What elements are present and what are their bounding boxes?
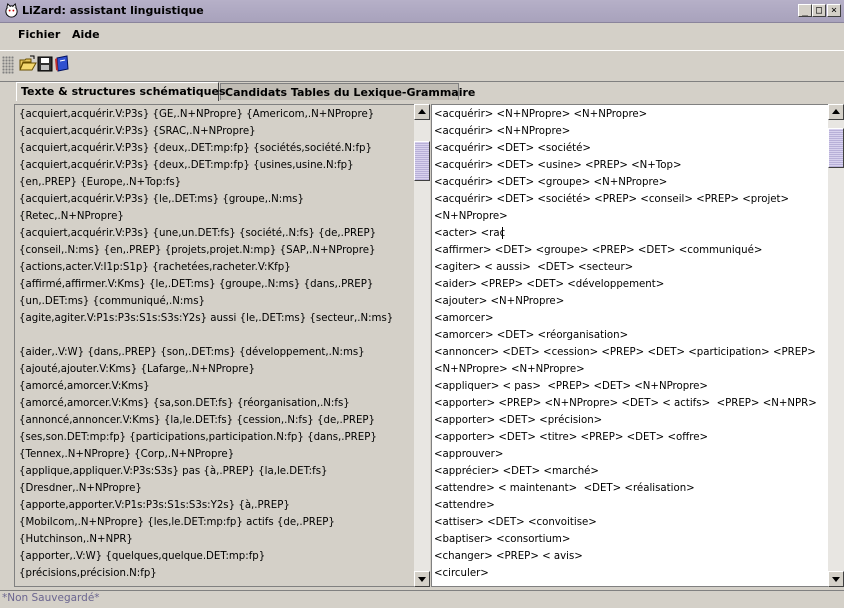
text-line: {aider,.V:W} {dans,.PREP} {son,.DET:ms} … [19,347,365,358]
open-folder-icon[interactable] [19,55,37,73]
text-line: <acquérir> <DET> <usine> <PREP> <N+Top> [434,160,682,171]
save-icon[interactable] [36,55,54,73]
text-line: {amorcé,amorcer.V:Kms} {sa,son.DET:fs} {… [19,398,350,409]
text-line: {applique,appliquer.V:P3s:S3s} pas {à,.P… [19,466,328,477]
text-line: {acquiert,acquérir.V:P3s} {SRAC,.N+NProp… [19,126,256,137]
text-line: <changer> <PREP> < avis> [434,551,583,562]
text-line: <ajouter> <N+NPropre> [434,296,565,307]
text-line [19,327,393,344]
close-button[interactable]: × [827,4,841,17]
text-line: {Retec,.N+NPropre} [19,211,124,222]
text-line: {ses,son.DET:mp:fp} {participations,part… [19,432,377,443]
text-line: {acquiert,acquérir.V:P3s} {deux,.DET:mp:… [19,160,354,171]
text-line: <agiter> < aussi> <DET> <secteur> [434,262,634,273]
right-text-pane[interactable]: <acquérir> <N+NPropre> <N+NPropre> <acqué… [431,104,844,587]
toolbar-grip[interactable] [2,56,14,74]
text-caret [502,227,503,239]
text-line: <affirmer> <DET> <groupe> <PREP> <DET> <… [434,245,763,256]
text-line: <attiser> <DET> <convoitise> [434,517,597,528]
text-line: <acquérir> <DET> <société> [434,143,591,154]
text-line: <acquérir> <N+NPropre> [434,126,571,137]
text-line: {apporter,.V:W} {quelques,quelque.DET:mp… [19,551,266,562]
minimize-button[interactable]: _ [798,4,812,17]
tab-candidats-tables[interactable]: Candidats Tables du Lexique-Grammaire [220,83,475,100]
right-text-lines: <acquérir> <N+NPropre> <N+NPropre> <acqué… [434,106,817,582]
text-line: <amorcer> [434,313,494,324]
arrow-down-icon [418,577,426,582]
text-line: <N+NPropre> [434,211,508,222]
right-scrollbar[interactable] [828,104,844,587]
text-line: {précisions,précision.N:fp} [19,568,157,579]
menu-bar [0,23,844,43]
text-line: <apporter> <PREP> <N+NPropre> <DET> < ac… [434,398,817,409]
text-line: {apporte,apporter.V:P1s:P3s:S1s:S3s:Y2s}… [19,500,290,511]
menu-aide[interactable]: Aide [72,28,100,41]
text-line: <annoncer> <DET> <cession> <PREP> <DET> … [434,347,816,358]
text-line: <approuver> [434,449,504,460]
save-status: *Non Sauvegardé* [2,592,100,604]
status-bar [0,590,844,608]
left-text-pane[interactable]: {acquiert,acquérir.V:P3s} {GE,.N+NPropre… [14,104,426,587]
scroll-up-button[interactable] [828,104,844,120]
book-icon[interactable] [53,55,71,73]
text-line: <apporter> <DET> <titre> <PREP> <DET> <o… [434,432,709,443]
text-line: <circuler> [434,568,489,579]
arrow-down-icon [832,577,840,582]
text-line: {conseil,.N:ms} {en,.PREP} {projets,proj… [19,245,376,256]
window-title: LiZard: assistant linguistique [22,4,204,17]
left-scrollbar[interactable] [414,104,430,587]
text-line: {Tennex,.N+NPropre} {Corp,.N+NPropre} [19,449,235,460]
text-line: <apprécier> <DET> <marché> [434,466,599,477]
text-line: {acquiert,acquérir.V:P3s} {GE,.N+NPropre… [19,109,375,120]
menu-fichier[interactable]: Fichier [18,28,60,41]
text-line: <baptiser> <consortium> [434,534,571,545]
scroll-down-button[interactable] [414,571,430,587]
text-line: {affirmé,affirmer.V:Kms} {le,.DET:ms} {g… [19,279,374,290]
text-line: {Hutchinson,.N+NPR} [19,534,133,545]
text-line: {amorcé,amorcer.V:Kms} [19,381,150,392]
text-line: <appliquer> < pas> <PREP> <DET> <N+NProp… [434,381,708,392]
text-line: {Mobilcom,.N+NPropre} {les,le.DET:mp:fp}… [19,517,335,528]
scroll-down-button[interactable] [828,571,844,587]
text-line: <attendre> < maintenant> <DET> <réalisat… [434,483,695,494]
cat-icon [5,3,18,18]
text-line: {agite,agiter.V:P1s:P3s:S1s:S3s:Y2s} aus… [19,313,394,324]
text-line: <amorcer> <DET> <réorganisation> [434,330,629,341]
text-line: {annoncé,annoncer.V:Kms} {la,le.DET:fs} … [19,415,376,426]
text-line: <attendre> [434,500,495,511]
text-line: {acquiert,acquérir.V:P3s} {deux,.DET:mp:… [19,143,372,154]
text-line: <N+NPropre> <N+NPropre> [434,364,585,375]
text-line: <acquérir> <DET> <société> <PREP> <conse… [434,194,790,205]
scrollbar-thumb[interactable] [414,140,430,181]
text-line: <acter> <rac [434,228,506,239]
text-line: {actions,acter.V:I1p:S1p} {rachetées,rac… [19,262,291,273]
text-line: <acquérir> <DET> <groupe> <N+NPropre> [434,177,668,188]
text-line: <aider> <PREP> <DET> <développement> [434,279,665,290]
tab-texte-structures[interactable]: Texte & structures schématiques [16,82,226,101]
left-text-lines: {acquiert,acquérir.V:P3s} {GE,.N+NPropre… [19,106,393,582]
scrollbar-thumb[interactable] [828,128,844,169]
scroll-up-button[interactable] [414,104,430,120]
text-line: {Dresdner,.N+NPropre} [19,483,142,494]
text-line: <apporter> <DET> <précision> [434,415,603,426]
arrow-up-icon [832,109,840,114]
arrow-up-icon [418,109,426,114]
toolbar [0,50,844,82]
text-line: {acquiert,acquérir.V:P3s} {le,.DET:ms} {… [19,194,304,205]
text-line: {acquiert,acquérir.V:P3s} {une,un.DET:fs… [19,228,377,239]
text-line: {en,.PREP} {Europe,.N+Top:fs} [19,177,182,188]
text-line: {ajouté,ajouter.V:Kms} {Lafarge,.N+NProp… [19,364,256,375]
text-line: <acquérir> <N+NPropre> <N+NPropre> [434,109,648,120]
maximize-button[interactable]: □ [812,4,826,17]
text-line: {un,.DET:ms} {communiqué,.N:ms} [19,296,205,307]
